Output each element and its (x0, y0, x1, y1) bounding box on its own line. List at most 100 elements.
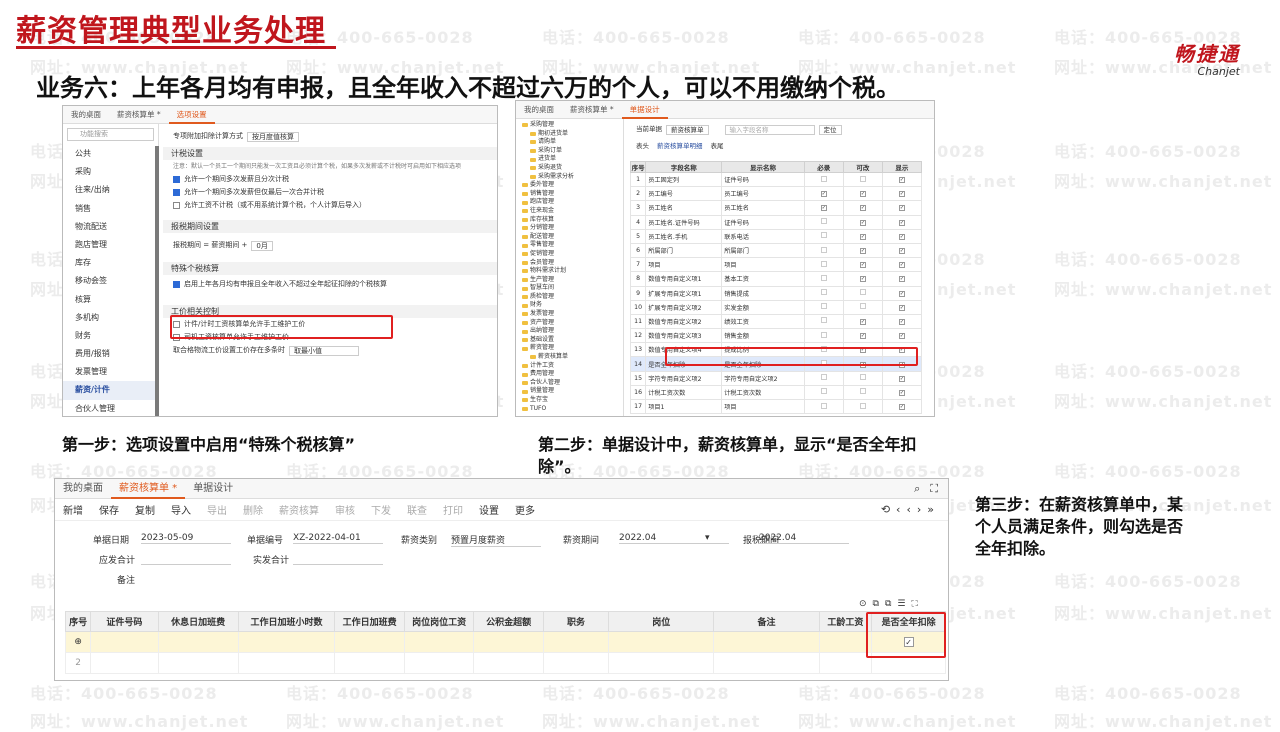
checkbox-icon[interactable]: ✓ (898, 248, 905, 255)
s2-check-cell[interactable] (842, 398, 883, 415)
s2-tree-node[interactable]: 生产管理 (516, 276, 623, 285)
s2-tree-node[interactable]: 采购订单 (516, 147, 623, 156)
checkbox-icon[interactable]: ✓ (898, 177, 905, 184)
search-icon[interactable]: ⌕ (914, 482, 930, 496)
s3-tab-desktop[interactable]: 我的桌面 (55, 479, 111, 499)
checkbox-icon[interactable]: ✓ (898, 304, 905, 311)
checkbox-icon[interactable]: ✓ (859, 276, 866, 283)
s2-table-row[interactable]: 2 员工编号 员工编号 ✓ ✓ ✓ (629, 186, 923, 202)
s3-cell[interactable] (542, 652, 610, 674)
toolbar-import-button[interactable]: 导入 (163, 502, 199, 517)
s2-check-cell[interactable]: ✓ (842, 186, 883, 202)
period-dropdown-icon[interactable]: ▾ (705, 533, 710, 543)
s2-check-cell[interactable] (803, 214, 844, 230)
checkbox-icon[interactable] (820, 175, 827, 182)
checkbox-icon[interactable]: ✓ (859, 333, 866, 340)
s2-check-cell[interactable] (803, 257, 844, 273)
checkbox-icon[interactable] (820, 374, 827, 381)
s3-cell[interactable] (90, 631, 159, 653)
fullscreen-icon[interactable]: ⛶ (930, 482, 948, 496)
toolbar-issue-button[interactable]: 下发 (363, 502, 399, 517)
s2-check-cell[interactable]: ✓ (881, 171, 923, 188)
s1-tab-payroll[interactable]: 薪资核算单 * (109, 106, 169, 124)
s1-sidebar-item[interactable]: 合伙人管理 (63, 400, 158, 416)
s2-check-cell[interactable] (803, 313, 844, 330)
s2-tree-node[interactable]: 进货单 (516, 155, 623, 164)
s2-check-cell[interactable]: ✓ (842, 214, 883, 230)
s2-tree-node[interactable]: 采购需求分析 (516, 173, 623, 182)
checkbox-icon[interactable]: ✓ (898, 262, 905, 269)
s2-tree-node[interactable]: 促销管理 (516, 250, 623, 259)
s2-tab-desktop[interactable]: 我的桌面 (516, 101, 562, 119)
s3-cell[interactable] (608, 631, 715, 653)
date-field[interactable]: 2023-05-09 (141, 533, 231, 544)
s2-tree-node[interactable]: 采购退货 (516, 164, 623, 173)
s2-tree-node[interactable]: 财务 (516, 301, 623, 310)
s3-cell[interactable] (334, 652, 405, 674)
checkbox-icon[interactable] (820, 246, 827, 253)
checkbox-icon[interactable] (173, 176, 180, 183)
s3-column-header[interactable]: 工作日加班小时数 (237, 611, 336, 632)
toolbar-calc-button[interactable]: 薪资核算 (271, 502, 327, 517)
s1-sidebar-item[interactable]: 多机构 (63, 309, 158, 327)
s1-wage3-select[interactable]: 取最小值 (289, 345, 359, 356)
checkbox-icon[interactable]: ✓ (859, 318, 866, 325)
checkbox-icon[interactable] (859, 175, 866, 182)
checkbox-icon[interactable] (173, 189, 180, 196)
checkbox-icon[interactable] (859, 289, 866, 296)
s2-tree-node[interactable]: 销量管理 (516, 387, 623, 396)
s3-cell[interactable] (403, 652, 475, 674)
s2-check-cell[interactable]: ✓ (881, 242, 923, 259)
s1-sidebar-item[interactable]: 费用/报销 (63, 345, 158, 363)
s2-check-cell[interactable]: ✓ (881, 285, 923, 301)
s1-special-opt[interactable]: 启用上年各月均有申报且全年收入不超过全年起征扣除的个税核算 (163, 278, 497, 291)
s3-cell[interactable] (818, 631, 873, 653)
s1-tab-options[interactable]: 选项设置 (168, 106, 215, 124)
s2-check-cell[interactable]: ✓ (803, 200, 844, 216)
checkbox-icon[interactable] (820, 289, 827, 296)
s1-sidebar-item[interactable]: 库存 (63, 254, 158, 272)
checkbox-icon[interactable]: ✓ (859, 205, 866, 212)
s2-check-cell[interactable] (803, 271, 844, 287)
s2-tree-node[interactable]: 发票管理 (516, 310, 623, 319)
period-field[interactable]: 2022.04 (619, 533, 729, 544)
s2-table-row[interactable]: 5 员工姓名.手机 联系电话 ✓ ✓ (629, 228, 923, 244)
nav-arrows-icon[interactable]: ⟲‹‹›» (881, 503, 948, 516)
s1-sidebar-item[interactable]: 核算 (63, 291, 158, 309)
checkbox-icon[interactable]: ✓ (898, 389, 905, 396)
s1-sidebar-item[interactable]: 销售 (63, 200, 158, 218)
s2-table-row[interactable]: 4 员工姓名.证件号码 证件号码 ✓ ✓ (629, 214, 923, 230)
s1-sidebar-item[interactable]: 物流配送 (63, 218, 158, 236)
s2-check-cell[interactable] (803, 328, 844, 344)
toolbar-more-button[interactable]: 更多 (507, 502, 543, 517)
s2-check-cell[interactable] (842, 370, 883, 386)
s2-check-cell[interactable]: ✓ (881, 384, 923, 401)
s2-tree-node[interactable]: 期初进货单 (516, 130, 623, 139)
s2-check-cell[interactable]: ✓ (881, 186, 923, 202)
toolbar-export-button[interactable]: 导出 (199, 502, 235, 517)
checkbox-icon[interactable]: ✓ (859, 262, 866, 269)
s2-check-cell[interactable] (803, 370, 844, 386)
s2-table-row[interactable]: 6 所属部门 所属部门 ✓ ✓ (629, 242, 923, 259)
checkbox-icon[interactable]: ✓ (898, 219, 905, 226)
s2-check-cell[interactable] (842, 299, 883, 315)
s1-tab-desktop[interactable]: 我的桌面 (63, 106, 109, 124)
s3-cell[interactable] (403, 631, 475, 653)
s2-tree-node[interactable]: 跑店管理 (516, 198, 623, 207)
s2-check-cell[interactable]: ✓ (842, 271, 883, 287)
s3-cell[interactable] (90, 652, 159, 674)
s2-check-cell[interactable]: ✓ (842, 313, 883, 330)
s2-tree-node[interactable]: TUFO (516, 405, 623, 414)
checkbox-icon[interactable] (820, 232, 827, 239)
due-field[interactable] (141, 553, 231, 565)
checkbox-icon[interactable]: ✓ (898, 205, 905, 212)
checkbox-icon[interactable] (820, 317, 827, 324)
s3-table-row[interactable]: ⊕ ✓ (64, 631, 946, 653)
s2-check-cell[interactable]: ✓ (881, 299, 923, 315)
s2-tree-node[interactable]: 请购单 (516, 138, 623, 147)
checkbox-icon[interactable] (820, 218, 827, 225)
s2-check-cell[interactable]: ✓ (881, 228, 923, 244)
s2-table-row[interactable]: 11 数值专用自定义项2 绩效工资 ✓ ✓ (629, 313, 923, 330)
toolbar-link-button[interactable]: 联查 (399, 502, 435, 517)
s2-table-row[interactable]: 1 员工固定列 证件号码 ✓ (629, 171, 923, 188)
